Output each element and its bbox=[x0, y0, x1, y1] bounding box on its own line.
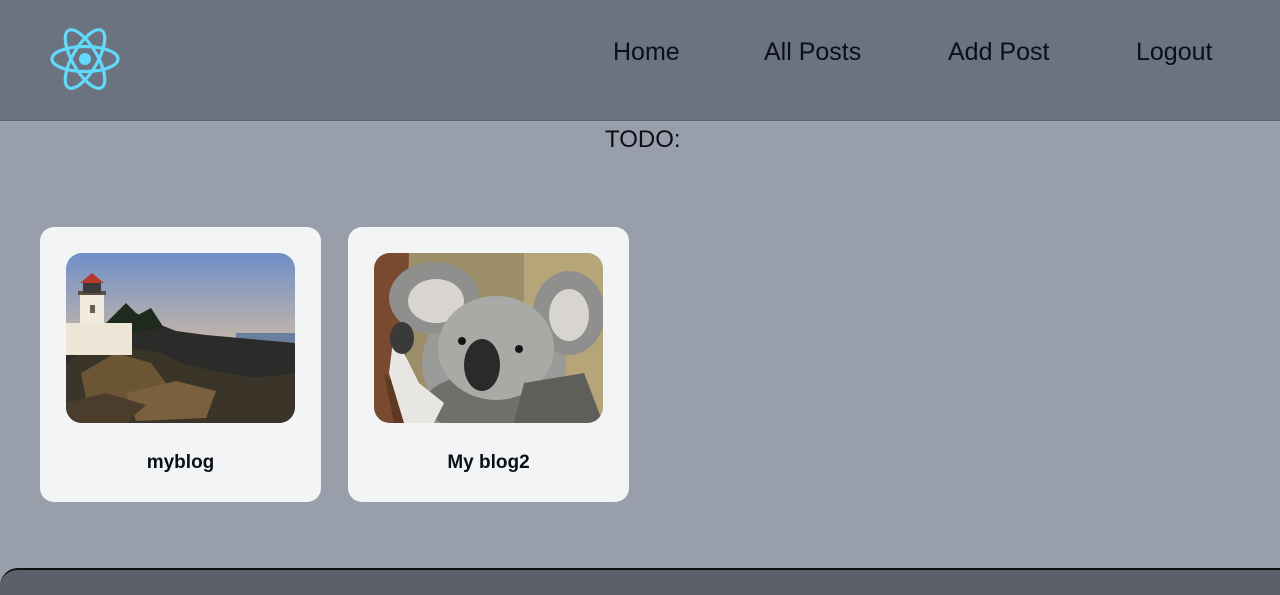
nav-all-posts-link[interactable]: All Posts bbox=[764, 36, 861, 68]
nav-home-link[interactable]: Home bbox=[613, 36, 680, 68]
post-card[interactable]: My blog2 bbox=[348, 227, 629, 502]
footer-bar bbox=[0, 568, 1280, 595]
post-title: My blog2 bbox=[447, 452, 530, 473]
post-card[interactable]: myblog bbox=[40, 227, 321, 502]
nav-logout-link[interactable]: Logout bbox=[1136, 36, 1212, 68]
nav-add-post-link[interactable]: Add Post bbox=[948, 36, 1049, 68]
nav-links: Home All Posts Add Post Logout bbox=[0, 36, 1280, 68]
todo-heading: TODO: bbox=[605, 126, 681, 153]
lighthouse-photo bbox=[66, 253, 295, 423]
koala-photo bbox=[374, 253, 603, 423]
navbar: Home All Posts Add Post Logout bbox=[0, 0, 1280, 121]
post-title: myblog bbox=[146, 452, 215, 473]
